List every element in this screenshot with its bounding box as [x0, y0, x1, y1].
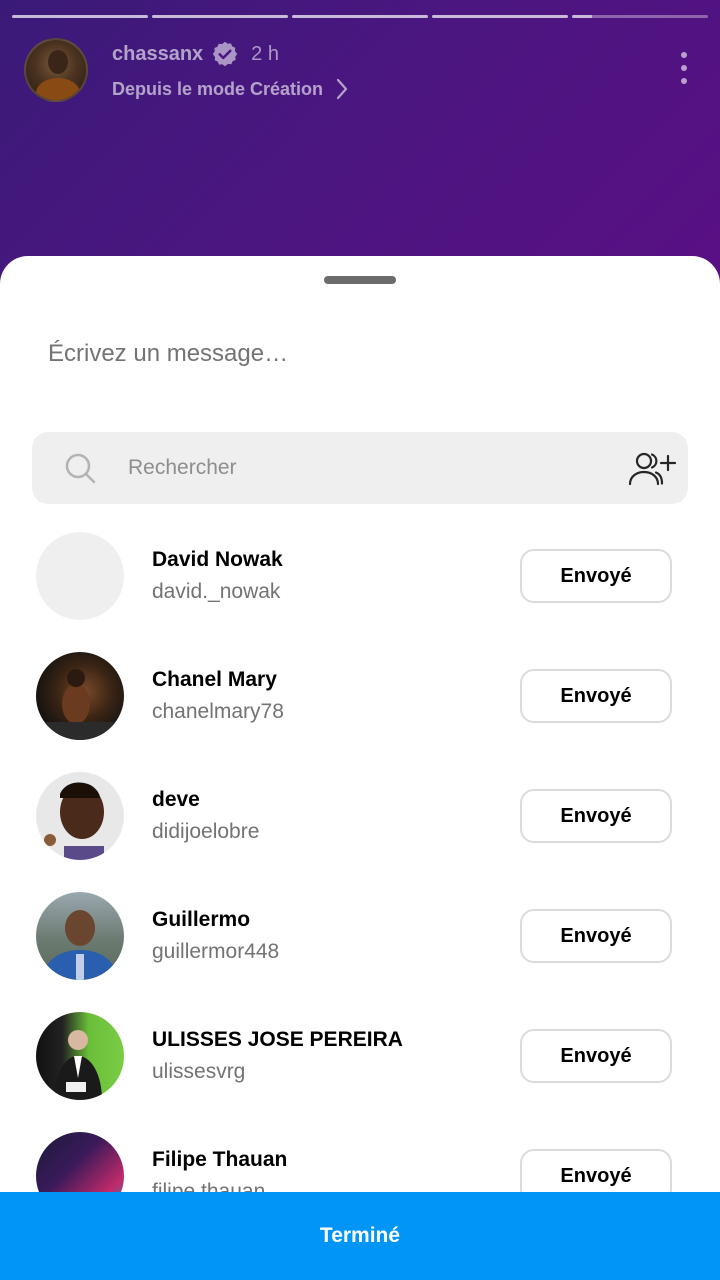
search-bar[interactable]	[32, 432, 688, 504]
sheet-drag-handle[interactable]	[324, 276, 396, 284]
message-input[interactable]	[48, 334, 668, 374]
sent-button[interactable]: Envoyé	[520, 789, 672, 843]
list-item[interactable]: David Nowak david._nowak Envoyé	[0, 520, 720, 640]
recipient-name: deve	[152, 788, 200, 811]
story-author[interactable]: chassanx 2 h	[112, 40, 279, 68]
done-button[interactable]: Terminé	[0, 1192, 720, 1280]
add-people-icon[interactable]	[626, 448, 676, 488]
story-time: 2 h	[251, 42, 279, 65]
story-source-label: Depuis le mode Création	[112, 78, 324, 99]
recipient-name: Chanel Mary	[152, 668, 277, 691]
avatar	[36, 1132, 124, 1192]
story-progress-segment	[432, 15, 568, 18]
avatar	[36, 1012, 124, 1100]
recipient-name: Filipe Thauan	[152, 1148, 288, 1171]
story-progress-segment	[572, 15, 708, 18]
list-item[interactable]: Guillermo guillermor448 Envoyé	[0, 880, 720, 1000]
avatar	[36, 772, 124, 860]
share-sheet: David Nowak david._nowak Envoyé Chanel M…	[0, 256, 720, 1280]
avatar	[36, 532, 124, 620]
avatar	[36, 892, 124, 980]
sent-button[interactable]: Envoyé	[520, 549, 672, 603]
more-vertical-icon[interactable]	[672, 50, 696, 86]
sent-button[interactable]: Envoyé	[520, 909, 672, 963]
avatar	[36, 652, 124, 740]
chevron-right-icon	[336, 78, 348, 100]
list-item[interactable]: deve didijoelobre Envoyé	[0, 760, 720, 880]
list-item[interactable]: Filipe Thauan filipe.thauan Envoyé	[0, 1120, 720, 1192]
list-item[interactable]: ULISSES JOSE PEREIRA ulissesvrg Envoyé	[0, 1000, 720, 1120]
story-progress-segment	[292, 15, 428, 18]
story-progress-segment	[152, 15, 288, 18]
story-progress-bar	[12, 15, 708, 18]
list-item[interactable]: Chanel Mary chanelmary78 Envoyé	[0, 640, 720, 760]
sent-button[interactable]: Envoyé	[520, 1149, 672, 1192]
recipient-name: ULISSES JOSE PEREIRA	[152, 1028, 403, 1051]
story-source-link[interactable]: Depuis le mode Création	[112, 78, 349, 100]
story-author-avatar[interactable]	[24, 38, 88, 102]
recipient-username: filipe.thauan	[152, 1180, 266, 1192]
search-input[interactable]	[128, 448, 588, 488]
recipient-username: didijoelobre	[152, 820, 260, 843]
recipient-list[interactable]: David Nowak david._nowak Envoyé Chanel M…	[0, 520, 720, 1192]
recipient-username: ulissesvrg	[152, 1060, 246, 1083]
sent-button[interactable]: Envoyé	[520, 669, 672, 723]
recipient-username: chanelmary78	[152, 700, 284, 723]
recipient-name: David Nowak	[152, 548, 283, 571]
sent-button[interactable]: Envoyé	[520, 1029, 672, 1083]
search-icon	[65, 453, 96, 484]
recipient-username: guillermor448	[152, 940, 280, 963]
story-username[interactable]: chassanx	[112, 43, 203, 66]
story-progress-segment	[12, 15, 148, 18]
story-header: chassanx 2 h Depuis le mode Création	[24, 38, 696, 102]
recipient-username: david._nowak	[152, 580, 281, 603]
recipient-name: Guillermo	[152, 908, 251, 931]
verified-badge-icon	[212, 41, 238, 67]
